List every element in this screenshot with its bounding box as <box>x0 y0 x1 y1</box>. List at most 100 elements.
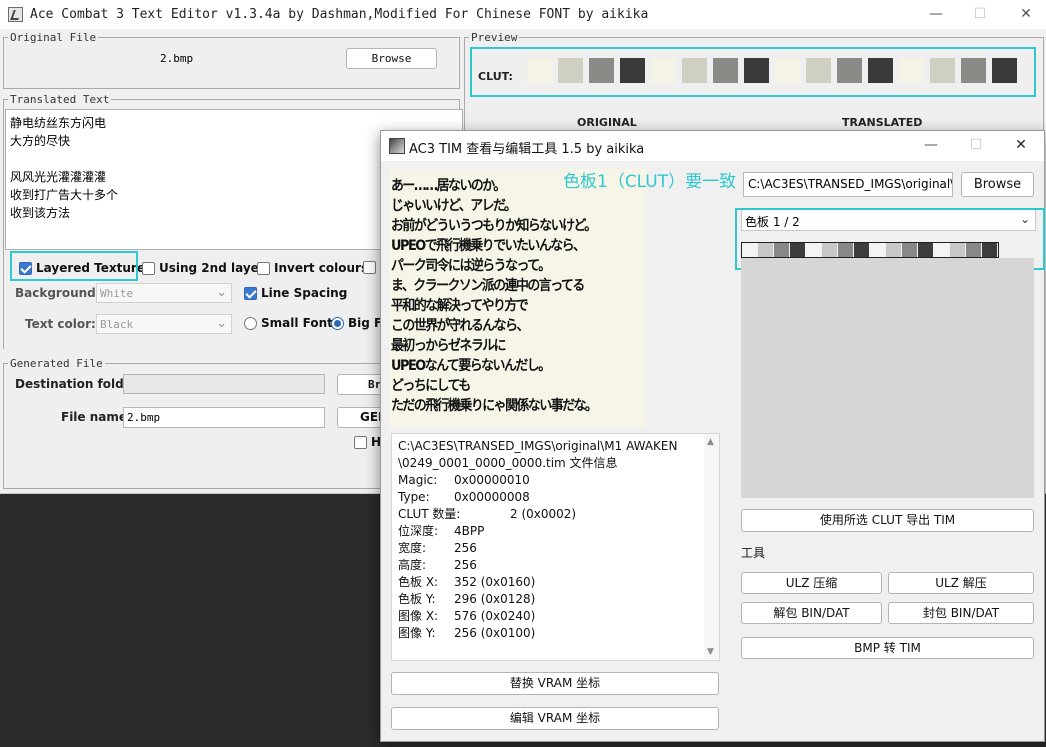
export-tim-button[interactable]: 使用所选 CLUT 导出 TIM <box>741 509 1034 532</box>
info-row: 图像 X: 576 (0x0240) <box>398 608 713 625</box>
original-filename: 2.bmp <box>160 52 194 65</box>
info-path-line: C:\AC3ES\TRANSED_IMGS\original\M1 AWAKEN <box>398 439 678 453</box>
pack-bin-button[interactable]: 封包 BIN/DAT <box>888 602 1034 624</box>
unpack-bin-button[interactable]: 解包 BIN/DAT <box>741 602 882 624</box>
bmp-to-tim-button[interactable]: BMP 转 TIM <box>741 637 1034 659</box>
info-value: 0x00000008 <box>454 490 530 504</box>
tim-path-input[interactable]: C:\AC3ES\TRANSED_IMGS\original\ <box>743 172 953 197</box>
maximize-icon: ☐ <box>973 6 987 22</box>
tim-browse-button[interactable]: Browse <box>961 172 1034 197</box>
jp-text-line: UPEOで飛行機乗りでいたいんなら、 <box>391 238 586 254</box>
info-value: 352 (0x0160) <box>454 575 536 589</box>
jp-text-line: ただの飛行機乗りにゃ関係ない事だな。 <box>391 398 598 414</box>
main-titlebar: Ace Combat 3 Text Editor v1.3.4a by Dash… <box>0 0 1046 29</box>
java-app-icon <box>8 7 23 22</box>
jp-text-line: お前がどういうつもりか知らないけど。 <box>391 218 597 234</box>
highlight-clut-preview <box>470 47 1036 97</box>
highlight-layered-texture <box>10 251 138 281</box>
text-color-value: Black <box>100 318 134 331</box>
close-icon[interactable]: ✕ <box>1016 5 1036 23</box>
tim-tool-window: AC3 TIM 查看与编辑工具 1.5 by aikika — ☐ ✕ あー……… <box>380 130 1045 742</box>
info-row: 色板 Y: 296 (0x0128) <box>398 591 713 608</box>
checkbox-icon <box>257 261 270 275</box>
info-key: 高度: <box>398 558 427 572</box>
original-browse-button[interactable]: Browse <box>346 48 437 69</box>
original-file-legend: Original File <box>10 31 97 44</box>
preview-legend: Preview <box>471 31 518 44</box>
invert-colours-checkbox[interactable]: Invert colours <box>257 261 368 275</box>
chevron-down-icon: ⌄ <box>216 316 227 331</box>
info-row: 宽度: 256 <box>398 540 713 557</box>
original-preview-label: ORIGINAL <box>577 116 637 129</box>
info-scrollbar[interactable]: ▲ ▼ <box>704 434 719 660</box>
jp-text-line: UPEOなんて要らないんだし。 <box>391 358 551 374</box>
info-row: 高度: 256 <box>398 557 713 574</box>
ulz-compress-button[interactable]: ULZ 压缩 <box>741 572 882 594</box>
info-rows: Magic: 0x00000010 Type: 0x00000008 CLUT 数量: 2… <box>398 472 713 642</box>
scroll-down-icon[interactable]: ▼ <box>707 647 714 657</box>
minimize-icon[interactable]: — <box>921 136 941 154</box>
jp-text-line: どっちにしても <box>391 378 471 394</box>
maximize-icon: ☐ <box>969 137 983 153</box>
using-2nd-layer-checkbox[interactable]: Using 2nd layer <box>142 261 265 275</box>
checkbox-icon <box>354 435 367 449</box>
info-row: 图像 Y: 256 (0x0100) <box>398 625 713 642</box>
info-value: 256 (0x0100) <box>454 626 536 640</box>
jp-text-line: 最初っからゼネラルに <box>391 338 507 354</box>
info-key: Magic: <box>398 473 438 487</box>
tim-window-title: AC3 TIM 查看与编辑工具 1.5 by aikika <box>409 142 645 157</box>
edit-vram-button[interactable]: 编辑 VRAM 坐标 <box>391 707 719 730</box>
jp-text-line: ま、クラークソン派の連中の言ってる <box>391 278 585 294</box>
jp-text-line: 平和的な解決ってやり方で <box>391 298 529 314</box>
info-value: 4BPP <box>454 524 485 538</box>
radio-checked-icon <box>331 316 344 330</box>
radio-icon <box>244 316 257 330</box>
line-spacing-checkbox[interactable]: Line Spacing <box>244 286 347 300</box>
tim-canvas-area <box>741 258 1034 498</box>
info-key: 色板 X: <box>398 575 439 589</box>
small-font-radio[interactable]: Small Font <box>244 316 333 330</box>
file-name-input[interactable]: 2.bmp <box>123 407 325 428</box>
background-select[interactable]: White ⌄ <box>96 283 232 303</box>
minimize-icon[interactable]: — <box>926 5 946 23</box>
info-key: 图像 X: <box>398 609 439 623</box>
tim-image-preview: あー……居ないのか。 じゃいいけど、アレだ。 お前がどういうつもりか知らないけど… <box>389 169 647 427</box>
checkbox-checked-icon <box>244 286 257 300</box>
generated-file-legend: Generated File <box>10 357 103 370</box>
invert-colours-label: Invert colours <box>274 261 369 275</box>
info-row: 位深度: 4BPP <box>398 523 713 540</box>
destination-folder-input[interactable] <box>123 374 325 394</box>
info-key: 图像 Y: <box>398 626 436 640</box>
info-key: 位深度: <box>398 524 439 538</box>
scroll-up-icon[interactable]: ▲ <box>707 437 714 447</box>
background-value: White <box>100 287 134 300</box>
close-icon[interactable]: ✕ <box>1011 136 1031 154</box>
jp-text-line: この世界が守れるんなら、 <box>391 318 529 334</box>
text-color-label: Text color: <box>25 317 96 331</box>
line-spacing-label: Line Spacing <box>261 286 348 300</box>
replace-vram-button[interactable]: 替换 VRAM 坐标 <box>391 672 719 695</box>
tools-label: 工具 <box>741 546 766 560</box>
info-key: CLUT 数量: <box>398 507 461 521</box>
info-row: Magic: 0x00000010 <box>398 472 713 489</box>
jp-text-line: じゃいいけど、アレだ。 <box>391 198 517 214</box>
info-row: Type: 0x00000008 <box>398 489 713 506</box>
main-window-title: Ace Combat 3 Text Editor v1.3.4a by Dash… <box>30 7 649 22</box>
tim-info-panel[interactable]: C:\AC3ES\TRANSED_IMGS\original\M1 AWAKEN… <box>391 433 720 661</box>
text-color-select[interactable]: Black ⌄ <box>96 314 232 334</box>
info-value: 256 <box>454 541 477 555</box>
translated-text-legend: Translated Text <box>10 93 110 106</box>
checkbox-icon <box>363 261 376 274</box>
file-name-label: File name: <box>61 410 132 424</box>
info-value: 296 (0x0128) <box>454 592 536 606</box>
ulz-decompress-button[interactable]: ULZ 解压 <box>888 572 1034 594</box>
info-row: CLUT 数量: 2 (0x0002) <box>398 506 713 523</box>
translated-preview-label: TRANSLATED <box>842 116 923 129</box>
chevron-down-icon: ⌄ <box>216 285 227 300</box>
tim-app-icon <box>389 138 405 154</box>
hidden-checkbox[interactable] <box>363 261 376 274</box>
jp-text-line: パーク司令には逆らうなって。 <box>391 258 551 274</box>
info-value: 576 (0x0240) <box>454 609 536 623</box>
info-row: 色板 X: 352 (0x0160) <box>398 574 713 591</box>
info-value: 2 (0x0002) <box>510 507 577 521</box>
